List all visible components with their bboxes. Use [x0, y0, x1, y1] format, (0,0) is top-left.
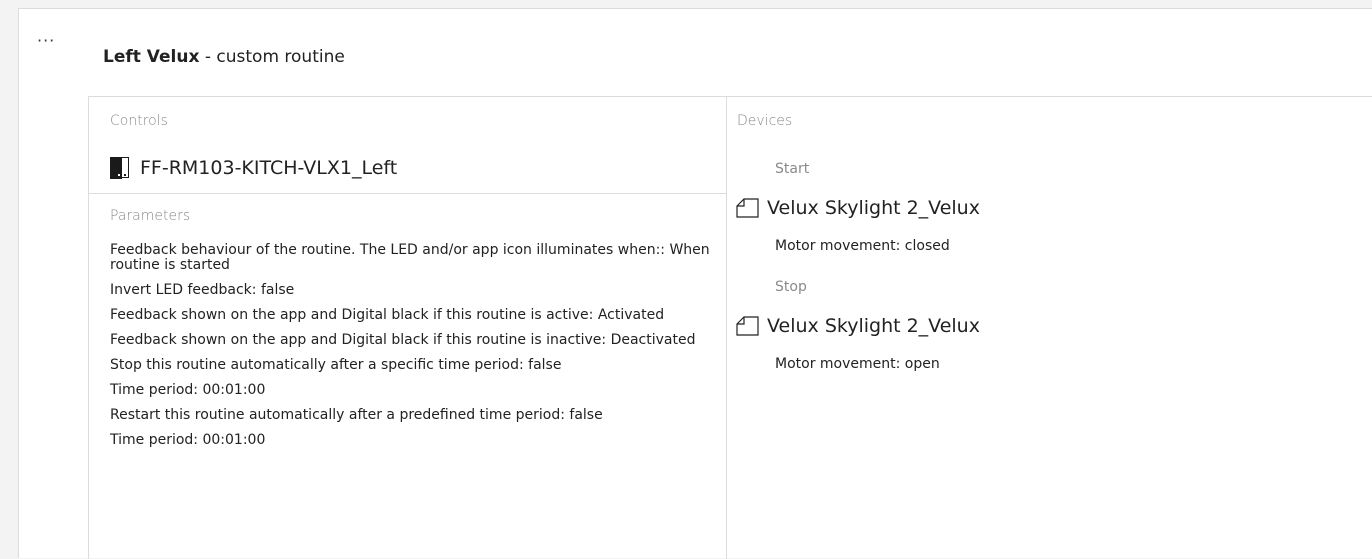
start-label: Start: [775, 161, 810, 177]
house-icon: [736, 316, 759, 336]
parameter-item: Feedback shown on the app and Digital bl…: [110, 307, 665, 323]
devices-column: Devices Start Velux Skylight 2_Velux Mot…: [727, 97, 1372, 559]
stop-device-detail: Motor movement: open: [775, 356, 940, 372]
parameter-item: Feedback behaviour of the routine. The L…: [110, 242, 710, 273]
stop-device-label: Velux Skylight 2_Velux: [767, 315, 980, 337]
parameter-item: Restart this routine automatically after…: [110, 407, 603, 423]
controls-label: Controls: [110, 113, 168, 129]
routine-panel: ··· Left Velux - custom routine Controls…: [18, 8, 1372, 559]
control-device[interactable]: FF-RM103-KITCH-VLX1_Left: [110, 157, 397, 179]
routine-type: - custom routine: [199, 47, 345, 67]
divider: [89, 193, 727, 194]
routine-details-table: Controls FF-RM103-KITCH-VLX1_Left Parame…: [88, 96, 1372, 559]
devices-label: Devices: [737, 113, 793, 129]
parameter-item: Feedback shown on the app and Digital bl…: [110, 332, 696, 348]
control-device-label: FF-RM103-KITCH-VLX1_Left: [140, 157, 398, 179]
routine-device-name: Left Velux: [103, 47, 200, 67]
start-device-detail: Motor movement: closed: [775, 238, 950, 254]
parameters-label: Parameters: [110, 208, 191, 224]
parameter-item: Invert LED feedback: false: [110, 282, 295, 298]
parameters-list: Feedback behaviour of the routine. The L…: [110, 243, 710, 458]
start-device-label: Velux Skylight 2_Velux: [767, 197, 980, 219]
house-icon: [736, 198, 759, 218]
controls-column: Controls FF-RM103-KITCH-VLX1_Left Parame…: [89, 97, 727, 559]
parameter-item: Time period: 00:01:00: [110, 432, 266, 448]
window-icon: [110, 157, 130, 179]
stop-label: Stop: [775, 279, 807, 295]
parameter-item: Stop this routine automatically after a …: [110, 357, 562, 373]
page-title: Left Velux - custom routine: [103, 47, 345, 67]
parameter-item: Time period: 00:01:00: [110, 382, 266, 398]
start-device[interactable]: Velux Skylight 2_Velux: [735, 197, 980, 219]
stop-device[interactable]: Velux Skylight 2_Velux: [735, 315, 980, 337]
more-options-button[interactable]: ···: [37, 31, 55, 50]
